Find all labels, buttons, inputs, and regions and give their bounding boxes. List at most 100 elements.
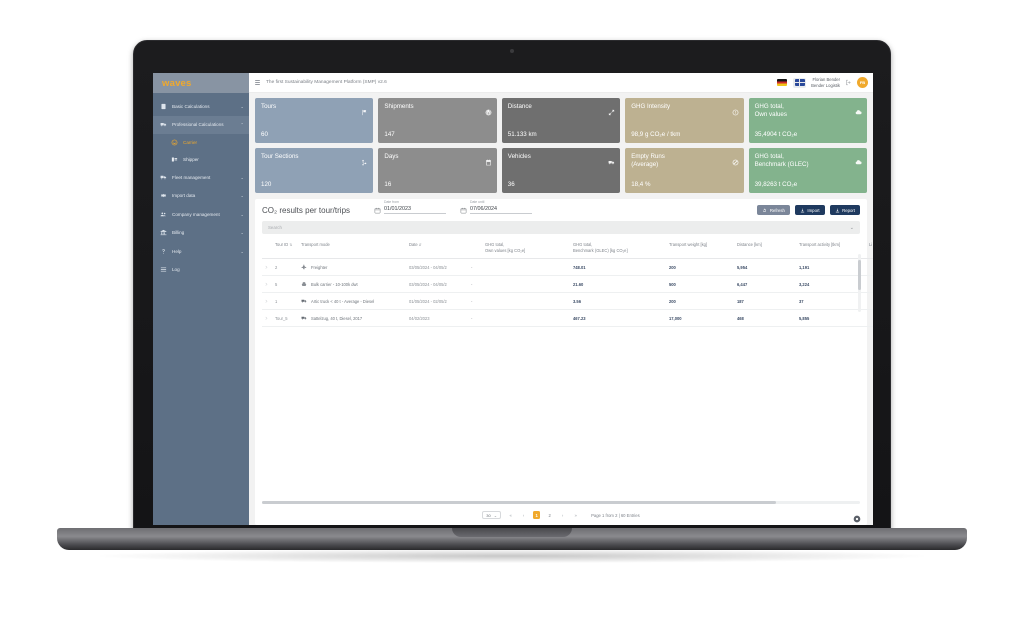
- sidebar-item-basic-calculations[interactable]: Basic Calculations ⌄: [153, 97, 249, 116]
- kpi-card-shipments[interactable]: Shipments 147: [378, 98, 497, 143]
- row-expand-toggle[interactable]: [262, 275, 273, 294]
- kpi-card-distance[interactable]: Distance 51.133 km: [501, 98, 621, 143]
- user-name: Florian Bender: [812, 77, 840, 83]
- chevron-down-icon[interactable]: ⌄: [850, 225, 854, 231]
- page-button-2[interactable]: 2: [546, 511, 553, 519]
- sort-icon[interactable]: ⇅: [289, 243, 292, 247]
- refresh-button[interactable]: Refresh: [757, 205, 790, 215]
- kpi-card-empty-runs[interactable]: Empty Runs (Average) 18,4 %: [625, 148, 744, 193]
- table-row[interactable]: 1 Artic truck < 40 t - Average - Diesel: [262, 292, 873, 311]
- chevron-down-icon: ⌄: [240, 211, 244, 217]
- language-en-button[interactable]: [793, 77, 807, 88]
- carrier-icon: [171, 139, 178, 146]
- cell-transport-activity: 3,224: [797, 275, 867, 294]
- column-ghg-own-values[interactable]: GHG total, Own values [kg CO₂e]: [483, 238, 571, 260]
- row-expand-toggle[interactable]: [262, 292, 273, 311]
- sidebar-item-help[interactable]: Help ⌄: [153, 242, 249, 261]
- sidebar-item-company-management[interactable]: Company management ⌄: [153, 205, 249, 224]
- kpi-value: 120: [261, 181, 272, 188]
- truck-icon: [301, 298, 307, 304]
- table-head: Tour ID ⇅ Transport mode Date ⇵ GHG tota…: [262, 238, 873, 260]
- chevron-right-icon[interactable]: [264, 299, 271, 304]
- column-ghg-benchmark[interactable]: GHG total, Benchmark (GLEC) [kg CO₂e]: [571, 238, 667, 260]
- cell-benchmark: 21.60: [571, 275, 667, 294]
- column-label: Li: [869, 242, 873, 247]
- sidebar-item-carrier[interactable]: Carrier: [153, 134, 249, 151]
- kpi-title: Shipments: [384, 103, 414, 110]
- clipboard-icon: [160, 103, 167, 110]
- table-row[interactable]: Tour_5 Sattelzug, 40 t, Diesel, 2017 04/…: [262, 309, 873, 328]
- table-body: 2 Freighter 03/05/2024 - 04/05/2 - 748.0…: [262, 258, 873, 328]
- cell-own-values: -: [469, 292, 483, 311]
- expand-icon: [608, 103, 615, 116]
- page-button-1[interactable]: 1: [533, 511, 541, 519]
- date-until-value[interactable]: 07/06/2024: [470, 206, 533, 214]
- date-until-field[interactable]: Date until 07/06/2024: [460, 200, 533, 214]
- kpi-card-vehicles[interactable]: Vehicles 36: [501, 148, 621, 193]
- table-vertical-scrollbar[interactable]: [858, 254, 861, 312]
- brand-logo[interactable]: waves: [153, 73, 249, 93]
- last-page-button[interactable]: »: [572, 511, 579, 519]
- kpi-card-ghg-intensity[interactable]: GHG Intensity 98,9 g CO₂e / tkm: [625, 98, 744, 143]
- import-button[interactable]: Import: [794, 205, 825, 215]
- column-distance[interactable]: Distance [km]: [735, 238, 797, 260]
- column-date[interactable]: Date ⇵: [407, 238, 469, 260]
- chevron-down-icon: ⌄: [240, 103, 244, 109]
- avatar[interactable]: FB: [857, 77, 868, 88]
- column-transport-mode[interactable]: Transport mode: [299, 238, 407, 260]
- table-row[interactable]: 5 Bulk carrier - 10-100k dwt 03/05/2024 …: [262, 275, 873, 294]
- search-input[interactable]: Search ⌄: [262, 221, 860, 234]
- row-expand-toggle[interactable]: [262, 309, 273, 328]
- action-buttons: Refresh Import Report: [757, 205, 860, 215]
- kpi-card-days[interactable]: Days 16: [378, 148, 497, 193]
- sidebar-item-log[interactable]: Log: [153, 261, 249, 280]
- row-expand-toggle[interactable]: [262, 258, 273, 277]
- cell-transport-weight: 200: [667, 258, 735, 277]
- cell-own-values-spacer: [483, 292, 571, 311]
- sidebar-item-shipper[interactable]: Shipper: [153, 151, 249, 168]
- kpi-row-1: Tours 60 Shipments 147 Distance 51.133 k…: [255, 98, 867, 143]
- kpi-card-ghg-total-own-values[interactable]: GHG total, Own values 35,4904 t CO₂e: [748, 98, 867, 143]
- cell-own-values: -: [469, 309, 483, 328]
- chevron-right-icon[interactable]: [264, 265, 271, 270]
- sidebar-item-professional-calculations[interactable]: Professional Calculations ⌃: [153, 115, 249, 134]
- date-from-value[interactable]: 01/01/2023: [384, 206, 447, 214]
- application-window: waves Basic Calculations ⌄ Professional …: [153, 73, 873, 525]
- kpi-value: 35,4904 t CO₂e: [754, 131, 798, 138]
- settings-gear-icon[interactable]: [853, 510, 861, 523]
- results-table: Tour ID ⇅ Transport mode Date ⇵ GHG tota…: [262, 238, 873, 328]
- sidebar-item-fleet-management[interactable]: Fleet management ⌄: [153, 168, 249, 187]
- report-button[interactable]: Report: [829, 205, 860, 215]
- page-size-select[interactable]: 30 ⌄: [482, 511, 502, 519]
- calendar-icon[interactable]: [374, 207, 381, 214]
- sidebar-item-import-data[interactable]: Import data ⌄: [153, 187, 249, 206]
- calendar-icon[interactable]: [460, 207, 467, 214]
- column-expand: [262, 238, 273, 260]
- chevron-right-icon[interactable]: [264, 316, 271, 321]
- hamburger-icon[interactable]: [254, 79, 261, 86]
- column-tour-id[interactable]: Tour ID ⇅: [273, 238, 299, 260]
- column-transport-activity[interactable]: Transport activity [tkm]: [797, 238, 867, 260]
- globe-icon: [485, 103, 492, 116]
- column-li[interactable]: Li: [867, 238, 873, 260]
- next-page-button[interactable]: ›: [559, 511, 566, 519]
- kpi-card-tour-sections[interactable]: Tour Sections 120: [255, 148, 374, 193]
- chevron-right-icon[interactable]: [264, 282, 271, 287]
- logout-icon[interactable]: [845, 79, 852, 86]
- kpi-card-ghg-total-benchmark[interactable]: GHG total, Benchmark (GLEC) 39,8263 t CO…: [748, 148, 867, 193]
- prev-page-button[interactable]: ‹: [520, 511, 527, 519]
- table-row[interactable]: 2 Freighter 03/05/2024 - 04/05/2 - 748.0…: [262, 258, 873, 277]
- table-header-row: Tour ID ⇅ Transport mode Date ⇵ GHG tota…: [262, 238, 873, 260]
- kpi-value: 60: [261, 131, 268, 138]
- cell-distance: 468: [735, 309, 797, 328]
- date-from-field[interactable]: Date from 01/01/2023: [374, 200, 447, 214]
- sidebar-item-label: Help: [172, 248, 182, 254]
- kpi-card-tours[interactable]: Tours 60: [255, 98, 374, 143]
- sort-icon[interactable]: ⇵: [419, 243, 422, 247]
- user-info[interactable]: Florian Bender Bender Logistik: [811, 77, 840, 88]
- cell-li: [867, 309, 873, 328]
- column-transport-weight[interactable]: Transport weight [kg]: [667, 238, 735, 260]
- sidebar-item-billing[interactable]: Billing ⌄: [153, 224, 249, 243]
- language-de-button[interactable]: [775, 78, 788, 88]
- first-page-button[interactable]: «: [507, 511, 514, 519]
